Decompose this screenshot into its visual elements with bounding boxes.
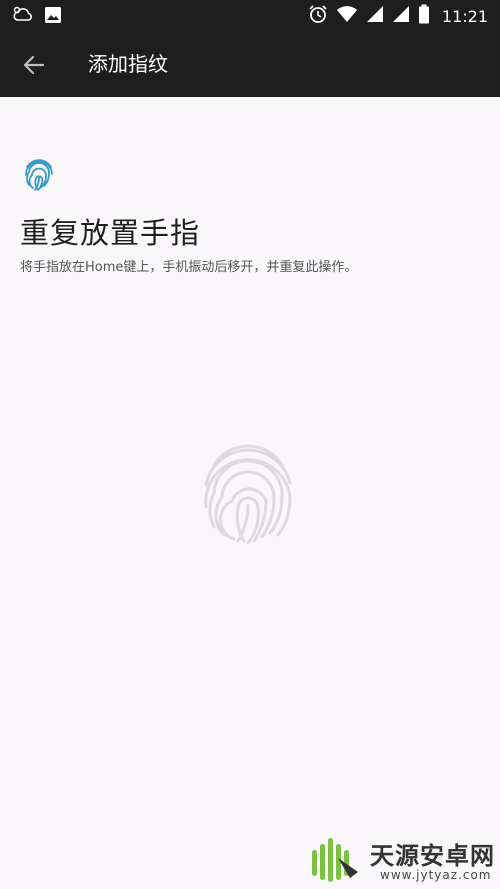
status-bar: 11:21 <box>0 0 500 32</box>
status-left-icons <box>12 5 62 29</box>
alarm-icon <box>308 4 328 28</box>
enroll-heading: 重复放置手指 <box>20 216 201 250</box>
app-bar: 添加指纹 <box>0 32 500 97</box>
watermark-brand: 天源安卓网 <box>370 842 495 870</box>
watermark-url: www.jytyaz.com <box>380 868 492 882</box>
fingerprint-icon <box>25 159 53 191</box>
weather-icon <box>12 5 34 29</box>
back-button[interactable] <box>18 50 50 80</box>
wifi-icon <box>336 5 358 27</box>
fingerprint-icon <box>204 444 292 545</box>
page-title: 添加指纹 <box>88 52 168 76</box>
android-logo-icon <box>312 838 358 882</box>
battery-icon <box>418 4 430 28</box>
signal-icon <box>366 5 384 27</box>
image-icon <box>44 6 62 28</box>
enroll-instruction: 将手指放在Home键上，手机振动后移开，并重复此操作。 <box>20 260 358 275</box>
status-time: 11:21 <box>441 6 488 26</box>
status-right-icons: 11:21 <box>308 4 488 28</box>
enroll-content: 重复放置手指 将手指放在Home键上，手机振动后移开，并重复此操作。 <box>0 97 500 889</box>
arrow-back-icon <box>23 55 45 75</box>
signal-icon <box>392 5 410 27</box>
watermark: 天源安卓网 www.jytyaz.com <box>300 830 500 889</box>
